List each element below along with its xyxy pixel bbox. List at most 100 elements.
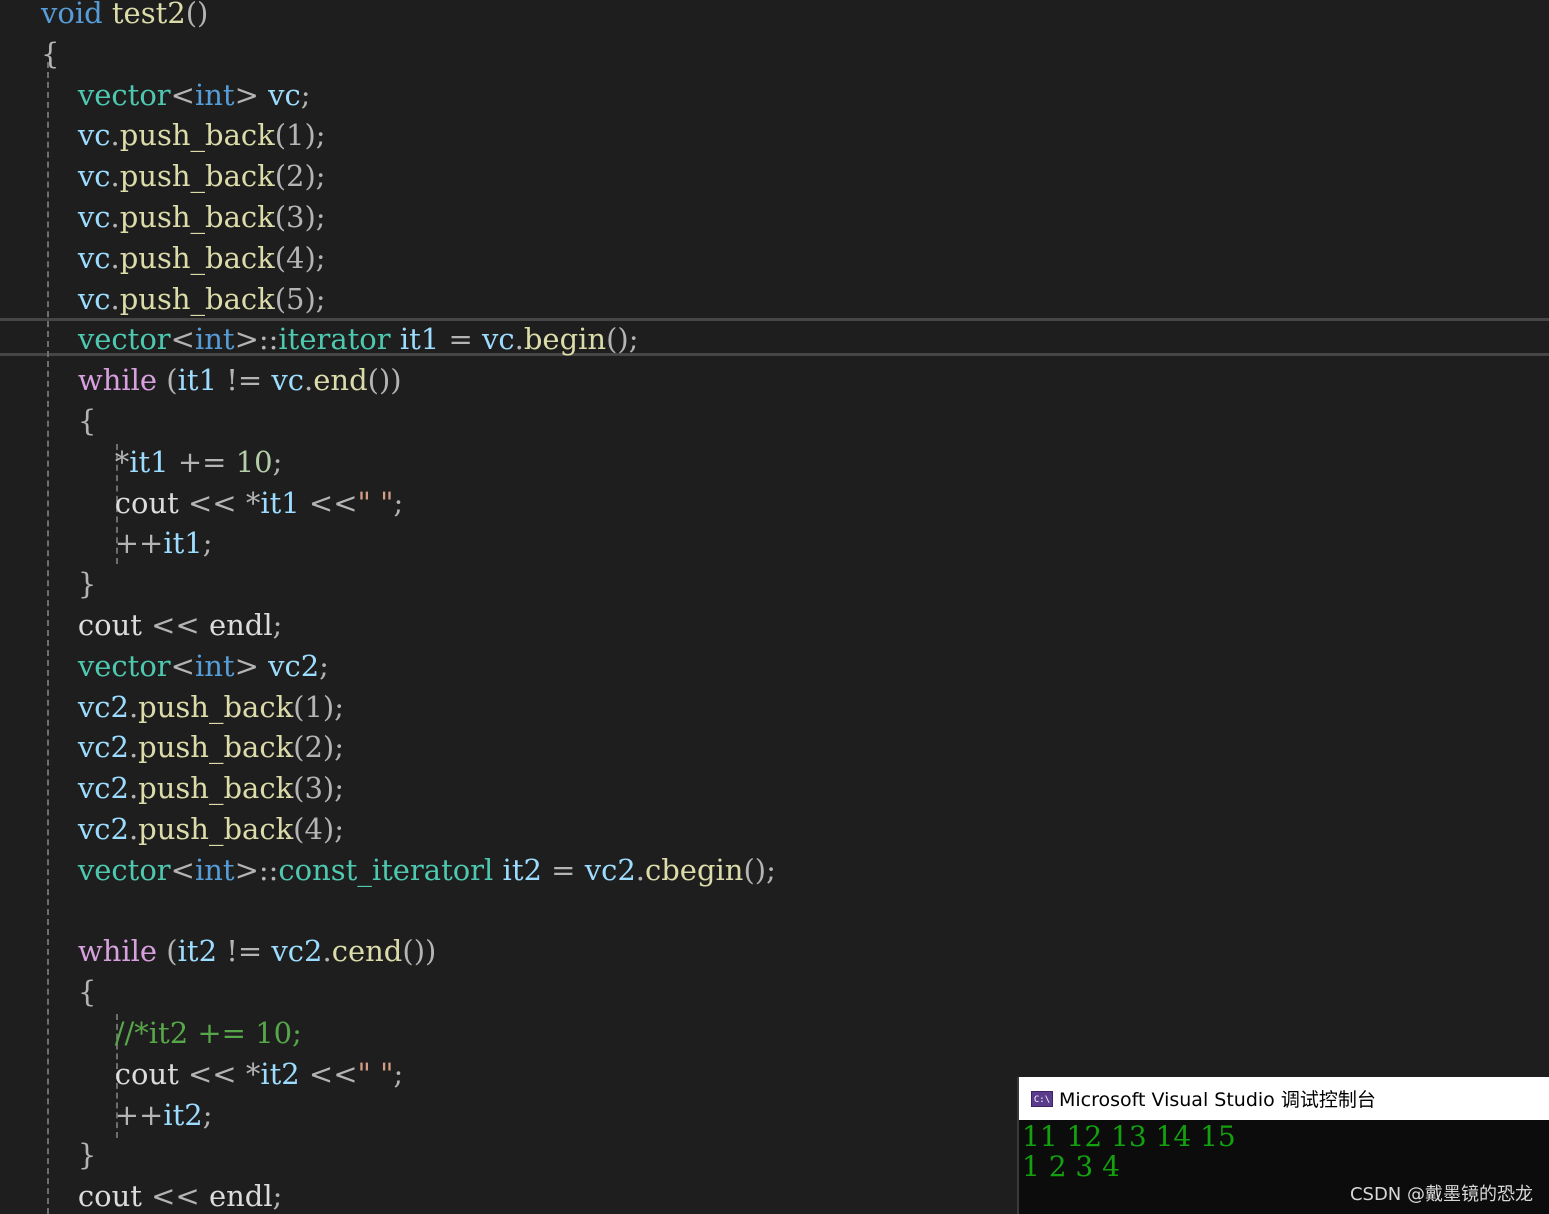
- code-token: ()): [402, 934, 437, 969]
- code-line: while (it1 != vc.end()): [41, 360, 402, 400]
- code-line: vector<int> vc;: [41, 75, 311, 115]
- code-token: (: [157, 363, 178, 398]
- code-token: << *: [178, 1056, 261, 1091]
- code-token: vc: [41, 281, 111, 316]
- code-token: >::: [234, 852, 279, 887]
- code-token: .: [110, 281, 120, 316]
- code-token: vc: [271, 363, 305, 398]
- code-token: ;: [272, 1179, 283, 1214]
- code-token: it2: [260, 1056, 300, 1091]
- console-title: Microsoft Visual Studio 调试控制台: [1059, 1089, 1376, 1111]
- code-line: vc2.push_back(1);: [41, 687, 344, 727]
- code-token: cbegin: [644, 852, 744, 887]
- code-token: .: [128, 730, 139, 765]
- code-token: (3);: [293, 771, 344, 806]
- code-editor[interactable]: void test2(){ vector<int> vc; vc.push_ba…: [0, 0, 1549, 1214]
- code-token: push_back: [119, 240, 275, 275]
- code-token: .: [304, 363, 314, 398]
- code-token: void: [41, 0, 103, 30]
- code-token: 10: [235, 444, 273, 479]
- code-token: .: [110, 240, 120, 275]
- code-token: }: [41, 1138, 97, 1173]
- code-token: vc2: [41, 730, 129, 765]
- code-line: ++it1;: [41, 523, 213, 563]
- code-token: vc2: [584, 852, 636, 887]
- code-token: vc: [41, 240, 111, 275]
- code-token: int: [194, 648, 235, 683]
- code-token: ;: [272, 608, 283, 642]
- code-token: ++: [41, 1097, 164, 1132]
- code-token: cout: [41, 485, 179, 520]
- code-token: vc2: [41, 689, 129, 724]
- code-token: vc2: [258, 648, 320, 683]
- code-line: vector<int>::const_iteratorl it2 = vc2.c…: [41, 850, 776, 890]
- code-token: !=: [217, 363, 272, 398]
- code-token: test2: [102, 0, 186, 30]
- code-token: cend: [331, 934, 403, 969]
- code-token: ;: [319, 648, 329, 683]
- code-token: push_back: [138, 730, 294, 765]
- code-token: .: [128, 812, 139, 846]
- code-token: int: [194, 77, 235, 112]
- code-token: vc: [258, 77, 301, 112]
- code-token: .: [514, 322, 524, 357]
- code-line: vc2.push_back(2);: [41, 727, 344, 767]
- code-token: *: [41, 444, 130, 479]
- console-titlebar[interactable]: C:\ Microsoft Visual Studio 调试控制台: [1019, 1077, 1549, 1120]
- code-token: while: [41, 363, 158, 398]
- code-token: {: [41, 404, 97, 438]
- code-line: vector<int> vc2;: [41, 646, 329, 686]
- code-token: ();: [606, 322, 639, 357]
- code-token: vc2: [41, 812, 129, 846]
- code-token: push_back: [119, 200, 275, 234]
- code-token: .: [322, 934, 332, 969]
- code-token: it1: [177, 363, 218, 398]
- code-token: push_back: [119, 281, 275, 316]
- code-token: vector: [41, 648, 171, 683]
- code-token: =: [541, 852, 585, 887]
- code-token: int: [194, 322, 235, 357]
- code-token: push_back: [138, 771, 294, 806]
- code-token: vc2: [41, 771, 129, 806]
- code-token: it1: [129, 444, 169, 479]
- code-token: push_back: [119, 118, 275, 153]
- code-token: push_back: [119, 159, 275, 194]
- code-token: ();: [743, 852, 776, 887]
- code-line: while (it2 != vc2.cend()): [41, 931, 436, 971]
- code-token: <<: [141, 608, 209, 642]
- code-token: it1: [260, 485, 300, 520]
- code-token: endl: [208, 608, 273, 642]
- console-output-line: 1 2 3 4: [1022, 1150, 1120, 1183]
- code-token: it1: [390, 322, 440, 357]
- code-token: (: [157, 934, 178, 969]
- code-token: push_back: [138, 689, 294, 724]
- code-token: >: [234, 77, 259, 112]
- code-line: vc.push_back(3);: [41, 197, 326, 237]
- code-token: <: [170, 77, 195, 112]
- code-line: cout << *it2 <<" ";: [41, 1054, 404, 1094]
- code-token: (2);: [293, 730, 344, 765]
- code-token: while: [41, 934, 158, 969]
- code-token: vector: [41, 77, 171, 112]
- code-token: end: [313, 363, 368, 398]
- code-line: }: [41, 1135, 96, 1175]
- code-token: (4);: [293, 812, 344, 846]
- code-token: vc2: [271, 934, 323, 969]
- code-token: (2);: [274, 159, 326, 194]
- code-line: //*it2 += 10;: [41, 1013, 302, 1053]
- code-line: vc2.push_back(4);: [41, 809, 344, 849]
- code-token: iterator: [278, 322, 391, 357]
- code-line: cout << endl;: [41, 1176, 283, 1214]
- code-line: vc.push_back(1);: [41, 115, 326, 155]
- code-token: (4);: [274, 240, 326, 275]
- code-token: push_back: [138, 812, 294, 846]
- code-token: it2: [177, 934, 218, 969]
- code-token: vector: [41, 852, 171, 887]
- code-token: ;: [272, 444, 283, 479]
- console-output-line: 11 12 13 14 15: [1022, 1120, 1236, 1153]
- code-token: }: [41, 567, 97, 602]
- code-token: <: [170, 852, 195, 887]
- code-token: vc: [41, 118, 111, 153]
- code-line: ++it2;: [41, 1095, 213, 1135]
- code-token: it1: [163, 526, 203, 561]
